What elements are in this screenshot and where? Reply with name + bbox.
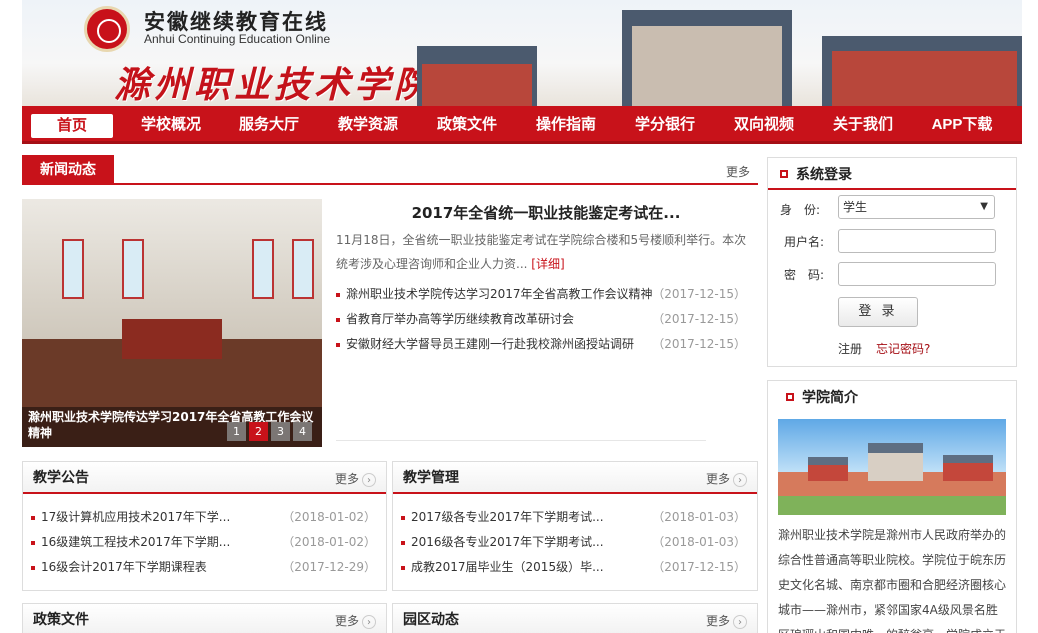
news-item-title[interactable]: 安徽财经大学督导员王建刚一行赴我校滁州函授站调研 [346, 332, 634, 357]
news-header: 新闻动态 更多 [22, 155, 758, 185]
announcement-title[interactable]: 16级会计2017年下学期课程表 [41, 555, 207, 580]
site-name-en: Anhui Continuing Education Online [144, 32, 331, 46]
username-input[interactable] [838, 229, 996, 253]
nav-teaching-resources[interactable]: 教学资源 [322, 106, 414, 144]
college-name: 滁州职业技术学院 [114, 64, 435, 106]
list-item[interactable]: 安徽财经大学督导员王建刚一行赴我校滁州函授站调研 （2017-12-15） [336, 332, 746, 357]
main-nav: 首页 学校概况 服务大厅 教学资源 政策文件 操作指南 学分银行 双向视频 关于… [22, 106, 1022, 144]
news-item-title[interactable]: 滁州职业技术学院传达学习2017年全省高教工作会议精神 [346, 282, 653, 307]
campus-news-title: 园区动态 [403, 612, 459, 628]
news-tab[interactable]: 新闻动态 [22, 155, 114, 185]
register-link[interactable]: 注册 [838, 340, 862, 357]
username-label: 用户名: [784, 235, 825, 249]
list-item[interactable]: 成教2017届毕业生（2015级）毕... （2017-12-15） [401, 555, 746, 580]
nav-policy-documents[interactable]: 政策文件 [421, 106, 513, 144]
chevron-right-icon: › [733, 473, 747, 487]
news-item-title[interactable]: 省教育厅举办高等学历继续教育改革研讨会 [346, 307, 574, 332]
password-input[interactable] [838, 262, 996, 286]
announcements-list: 17级计算机应用技术2017年下学... （2018-01-02） 16级建筑工… [31, 505, 376, 580]
campus-photo[interactable] [778, 419, 1006, 515]
carousel-dot-4[interactable]: 4 [293, 422, 312, 441]
teaching-item-title[interactable]: 成教2017届毕业生（2015级）毕... [411, 555, 604, 580]
login-panel: 系统登录 身 份: 学生 ▼ 用户名: 密 码: 登 录 注册 忘记密码? [767, 157, 1017, 367]
policy-more-link[interactable]: 更多 › [335, 612, 376, 629]
list-item[interactable]: 2017级各专业2017年下学期考试... （2018-01-03） [401, 505, 746, 530]
about-text: 滁州职业技术学院是滁州市人民政府举办的综合性普通高等职业院校。学院位于皖东历史文… [778, 528, 1007, 633]
announcements-more-link[interactable]: 更多 › [335, 470, 376, 487]
password-label: 密 码: [784, 268, 825, 282]
teaching-item-title[interactable]: 2017级各专业2017年下学期考试... [411, 505, 604, 530]
carousel-pager: 1 2 3 4 [227, 422, 312, 441]
announcement-date: （2017-12-29） [282, 560, 376, 574]
nav-about-us[interactable]: 关于我们 [817, 106, 909, 144]
square-bullet-icon [780, 170, 788, 178]
teaching-more-link[interactable]: 更多 › [706, 470, 747, 487]
policy-panel: 政策文件 更多 › [22, 603, 387, 633]
news-item-date: （2017-12-15） [652, 312, 746, 326]
carousel-dot-1[interactable]: 1 [227, 422, 246, 441]
site-logo[interactable] [84, 6, 130, 52]
page: 安徽继续教育在线 Anhui Continuing Education Onli… [0, 0, 1038, 633]
announcements-panel: 教学公告 更多 › 17级计算机应用技术2017年下学... （2018-01-0… [22, 461, 387, 591]
list-item[interactable]: 2016级各专业2017年下学期考试... （2018-01-03） [401, 530, 746, 555]
identity-select[interactable]: 学生 ▼ [838, 195, 995, 219]
news-item-date: （2017-12-15） [652, 287, 746, 301]
list-item[interactable]: 省教育厅举办高等学历继续教育改革研讨会 （2017-12-15） [336, 307, 746, 332]
chevron-right-icon: › [733, 615, 747, 629]
announcement-date: （2018-01-02） [282, 535, 376, 549]
more-label: 更多 [705, 614, 730, 628]
nav-home[interactable]: 首页 [31, 114, 113, 138]
chevron-down-icon: ▼ [980, 201, 988, 212]
list-item[interactable]: 17级计算机应用技术2017年下学... （2018-01-02） [31, 505, 376, 530]
nav-school-overview[interactable]: 学校概况 [125, 106, 217, 144]
teaching-item-title[interactable]: 2016级各专业2017年下学期考试... [411, 530, 604, 555]
list-item[interactable]: 16级建筑工程技术2017年下学期... （2018-01-02） [31, 530, 376, 555]
login-button[interactable]: 登 录 [838, 297, 918, 327]
carousel-dot-2[interactable]: 2 [249, 422, 268, 441]
teaching-item-date: （2017-12-15） [652, 560, 746, 574]
square-bullet-icon [786, 393, 794, 401]
teaching-management-panel: 教学管理 更多 › 2017级各专业2017年下学期考试... （2018-01-… [392, 461, 758, 591]
chevron-right-icon: › [362, 615, 376, 629]
teaching-item-date: （2018-01-03） [652, 535, 746, 549]
nav-operation-guide[interactable]: 操作指南 [520, 106, 612, 144]
news-more-link[interactable]: 更多 [726, 163, 750, 180]
news-summary: 11月18日，全省统一职业技能鉴定考试在学院综合楼和5号楼顺利举行。本次统考涉及… [336, 228, 758, 276]
nav-service-hall[interactable]: 服务大厅 [223, 106, 315, 144]
carousel-dot-3[interactable]: 3 [271, 422, 290, 441]
about-title: 学院简介 [802, 390, 858, 406]
news-item-date: （2017-12-15） [652, 337, 746, 351]
identity-label: 身 份: [780, 203, 821, 217]
campus-news-more-link[interactable]: 更多 › [706, 612, 747, 629]
teaching-title: 教学管理 [403, 470, 459, 486]
nav-video[interactable]: 双向视频 [718, 106, 810, 144]
forgot-password-link[interactable]: 忘记密码? [876, 340, 930, 357]
announcement-title[interactable]: 17级计算机应用技术2017年下学... [41, 505, 230, 530]
about-panel: 学院简介 滁州职业技术学院是滁州市人民政府举办的综合性普通高等职业院校。学院位于… [767, 380, 1017, 633]
news-photo-carousel[interactable]: 滁州职业技术学院传达学习2017年全省高教工作会议精神 1 2 3 4 [22, 199, 322, 447]
more-label: 更多 [334, 472, 359, 486]
list-item[interactable]: 滁州职业技术学院传达学习2017年全省高教工作会议精神 （2017-12-15） [336, 282, 746, 307]
nav-app-download[interactable]: APP下载 [916, 106, 1008, 144]
header-banner: 安徽继续教育在线 Anhui Continuing Education Onli… [22, 0, 1022, 106]
nav-credit-bank[interactable]: 学分银行 [619, 106, 711, 144]
divider [336, 440, 706, 441]
policy-title: 政策文件 [33, 612, 89, 628]
more-label: 更多 [705, 472, 730, 486]
list-item[interactable]: 16级会计2017年下学期课程表 （2017-12-29） [31, 555, 376, 580]
chevron-right-icon: › [362, 473, 376, 487]
announcement-date: （2018-01-02） [282, 510, 376, 524]
login-title: 系统登录 [796, 167, 852, 183]
teaching-list: 2017级各专业2017年下学期考试... （2018-01-03） 2016级… [401, 505, 746, 580]
identity-value: 学生 [843, 200, 868, 214]
campus-news-panel: 园区动态 更多 › [392, 603, 758, 633]
more-label: 更多 [334, 614, 359, 628]
teaching-item-date: （2018-01-03） [652, 510, 746, 524]
news-list: 滁州职业技术学院传达学习2017年全省高教工作会议精神 （2017-12-15）… [336, 282, 746, 357]
announcement-title[interactable]: 16级建筑工程技术2017年下学期... [41, 530, 230, 555]
news-detail-link[interactable]: [详细] [531, 257, 564, 271]
announcements-title: 教学公告 [33, 470, 89, 486]
news-headline[interactable]: 2017年全省统一职业技能鉴定考试在... [336, 202, 756, 223]
